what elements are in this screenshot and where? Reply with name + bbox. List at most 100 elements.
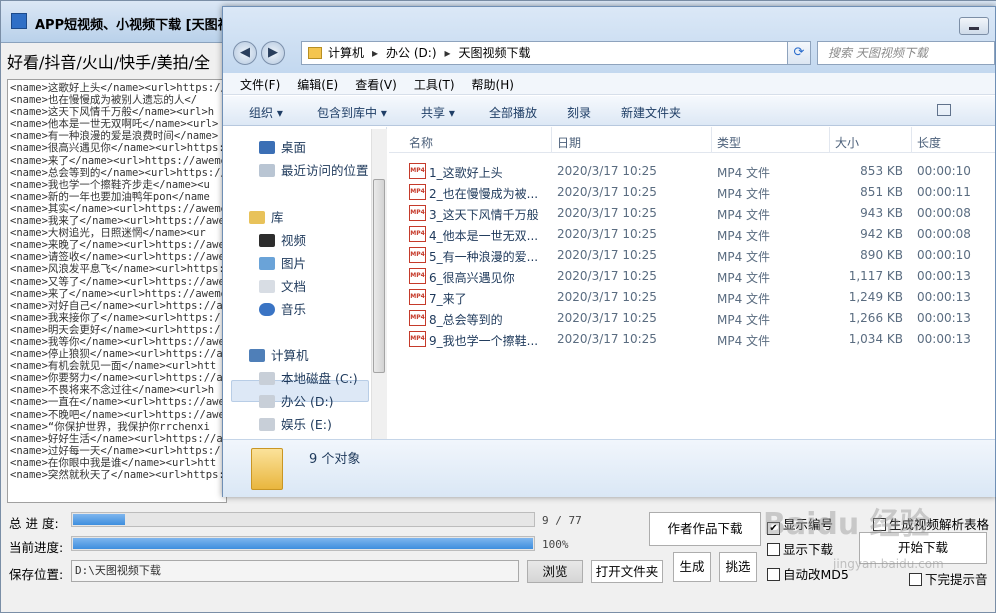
new-folder-button[interactable]: 新建文件夹 xyxy=(621,104,681,121)
nav-item-documents[interactable]: 文档 xyxy=(259,276,306,295)
file-type: MP4 文件 xyxy=(717,292,771,306)
checkbox-box xyxy=(909,573,922,586)
file-row[interactable]: MP4 5_有一种浪漫的爱... 2020/3/17 10:25 MP4 文件 890 … xyxy=(389,245,995,266)
file-row[interactable]: MP4 2_也在慢慢成为被... 2020/3/17 10:25 MP4 文件 851 … xyxy=(389,182,995,203)
log-textarea[interactable]: <name>这歌好上头</name><url>https://<name>也在慢… xyxy=(7,79,227,503)
share-button[interactable]: 共享 ▾ xyxy=(421,104,455,121)
address-seg[interactable]: 办公 (D:) xyxy=(386,46,436,60)
author-download-button[interactable]: 作者作品下载 xyxy=(649,512,761,546)
finish-prompt-checkbox[interactable]: 下完提示音 xyxy=(909,569,988,588)
log-line: <name>也在慢慢成为被别人遗忘的人</ xyxy=(10,94,198,107)
col-date[interactable]: 日期 xyxy=(557,134,581,151)
file-row[interactable]: MP4 4_他本是一世无双... 2020/3/17 10:25 MP4 文件 942 … xyxy=(389,224,995,245)
nav-item-computer[interactable]: 计算机 xyxy=(249,345,309,364)
log-line: <name>不晚吧</name><url>https://awe xyxy=(10,408,225,421)
menu-help[interactable]: 帮助(H) xyxy=(472,73,514,93)
pick-button[interactable]: 挑选 xyxy=(719,552,757,582)
file-name: 3_这天下风情千万般 xyxy=(429,208,539,222)
file-row[interactable]: MP4 6_很高兴遇见你 2020/3/17 10:25 MP4 文件 1,117 KB… xyxy=(389,266,995,287)
address-seg[interactable]: 计算机 xyxy=(328,46,364,60)
nav-item-videos[interactable]: 视频 xyxy=(259,230,306,249)
save-path-field[interactable]: D:\天图视频下载 xyxy=(71,560,519,582)
show-download-label: 显示下载 xyxy=(783,542,834,557)
nav-label: 娱乐 (E:) xyxy=(281,417,332,432)
file-length: 00:00:08 xyxy=(917,206,971,220)
menu-tools[interactable]: 工具(T) xyxy=(414,73,455,93)
nav-item-drive-d[interactable]: 办公 (D:) xyxy=(259,391,334,410)
file-type: MP4 文件 xyxy=(717,313,771,327)
nav-item-drive-e[interactable]: 娱乐 (E:) xyxy=(259,414,332,433)
drive-icon xyxy=(259,418,275,431)
burn-button[interactable]: 刻录 xyxy=(567,104,591,121)
computer-icon xyxy=(249,349,265,362)
nav-item-desktop[interactable]: 桌面 xyxy=(259,137,306,156)
nav-label: 视频 xyxy=(281,233,307,248)
menu-edit[interactable]: 编辑(E) xyxy=(297,73,338,93)
log-line: <name>风浪发平息飞</name><url>https: xyxy=(10,263,225,276)
file-row[interactable]: MP4 3_这天下风情千万般 2020/3/17 10:25 MP4 文件 943 KB… xyxy=(389,203,995,224)
nav-item-music[interactable]: 音乐 xyxy=(259,299,306,318)
file-type: MP4 文件 xyxy=(717,271,771,285)
details-pane: 9 个对象 xyxy=(223,439,995,497)
minimize-button[interactable] xyxy=(959,17,989,35)
col-length[interactable]: 长度 xyxy=(917,134,941,151)
menu-view[interactable]: 查看(V) xyxy=(355,73,397,93)
file-row[interactable]: MP4 7_来了 2020/3/17 10:25 MP4 文件 1,249 KB 00:0… xyxy=(389,287,995,308)
file-length: 00:00:13 xyxy=(917,311,971,325)
nav-item-recent[interactable]: 最近访问的位置 xyxy=(259,160,369,179)
log-line: <name>一直在</name><url>https://awe xyxy=(10,396,225,409)
col-size[interactable]: 大小 xyxy=(835,134,859,151)
file-row[interactable]: MP4 1_这歌好上头 2020/3/17 10:25 MP4 文件 853 KB 00:… xyxy=(389,161,995,182)
nav-scrollbar-thumb[interactable] xyxy=(373,179,385,373)
nav-item-pictures[interactable]: 图片 xyxy=(259,253,306,272)
file-size: 943 KB xyxy=(860,206,903,220)
file-row[interactable]: MP4 9_我也学一个擦鞋... 2020/3/17 10:25 MP4 文件 1,03… xyxy=(389,329,995,350)
forward-arrow-icon[interactable]: ▶ xyxy=(261,41,285,65)
file-date: 2020/3/17 10:25 xyxy=(557,248,657,262)
library-icon xyxy=(249,211,265,224)
generate-button[interactable]: 生成 xyxy=(673,552,711,582)
search-input[interactable]: 搜索 天图视频下载 xyxy=(817,41,995,65)
col-type[interactable]: 类型 xyxy=(717,134,741,151)
browse-button[interactable]: 浏览 xyxy=(527,560,583,583)
nav-label: 计算机 xyxy=(271,348,309,363)
finish-prompt-label: 下完提示音 xyxy=(925,572,988,587)
address-bar[interactable]: 计算机▸办公 (D:)▸天图视频下载 ▼ xyxy=(301,41,807,65)
log-line: <name>总会等到的</name><url>https:// xyxy=(10,166,227,179)
file-type: MP4 文件 xyxy=(717,166,771,180)
log-line: <name>好好生活</name><url>https://a xyxy=(10,432,223,445)
open-folder-button[interactable]: 打开文件夹 xyxy=(591,560,663,583)
music-icon xyxy=(259,303,275,316)
file-date: 2020/3/17 10:25 xyxy=(557,185,657,199)
file-size: 1,249 KB xyxy=(848,290,903,304)
file-row[interactable]: MP4 8_总会等到的 2020/3/17 10:25 MP4 文件 1,266 KB 0… xyxy=(389,308,995,329)
include-library-button[interactable]: 包含到库中 ▾ xyxy=(317,104,387,121)
file-date: 2020/3/17 10:25 xyxy=(557,311,657,325)
total-progress-bar xyxy=(71,512,535,527)
view-options-icon[interactable] xyxy=(937,104,951,116)
back-arrow-icon[interactable]: ◀ xyxy=(233,41,257,65)
file-date: 2020/3/17 10:25 xyxy=(557,269,657,283)
play-all-button[interactable]: 全部播放 xyxy=(489,104,537,121)
file-size: 851 KB xyxy=(860,185,903,199)
command-bar: 组织 ▾ 包含到库中 ▾ 共享 ▾ 全部播放 刻录 新建文件夹 xyxy=(223,96,995,126)
col-name[interactable]: 名称 xyxy=(409,134,433,151)
log-line: <name>来了</name><url>https://aweme xyxy=(10,287,227,300)
nav-item-drive-c[interactable]: 本地磁盘 (C:) xyxy=(259,368,358,387)
file-list: 名称 日期 类型 大小 长度 MP4 1_这歌好上头 2020/3/17 10:25… xyxy=(389,127,995,439)
mp4-file-icon: MP4 xyxy=(409,331,426,347)
organize-button[interactable]: 组织 ▾ xyxy=(249,104,283,121)
nav-label: 文档 xyxy=(281,279,307,294)
mp4-file-icon: MP4 xyxy=(409,268,426,284)
menu-file[interactable]: 文件(F) xyxy=(240,73,280,93)
nav-item-library[interactable]: 库 xyxy=(249,207,284,226)
log-line: <name>突然就秋天了</name><url>https: xyxy=(10,469,225,481)
file-name: 6_很高兴遇见你 xyxy=(429,271,515,285)
mp4-file-icon: MP4 xyxy=(409,310,426,326)
total-progress-label: 总 进 度: xyxy=(9,516,59,531)
file-type: MP4 文件 xyxy=(717,334,771,348)
column-header: 名称 日期 类型 大小 长度 xyxy=(389,127,995,153)
address-seg[interactable]: 天图视频下载 xyxy=(459,46,531,60)
baidu-watermark: Baidu 经验 xyxy=(763,507,930,542)
refresh-icon[interactable]: ⟳ xyxy=(787,41,811,65)
